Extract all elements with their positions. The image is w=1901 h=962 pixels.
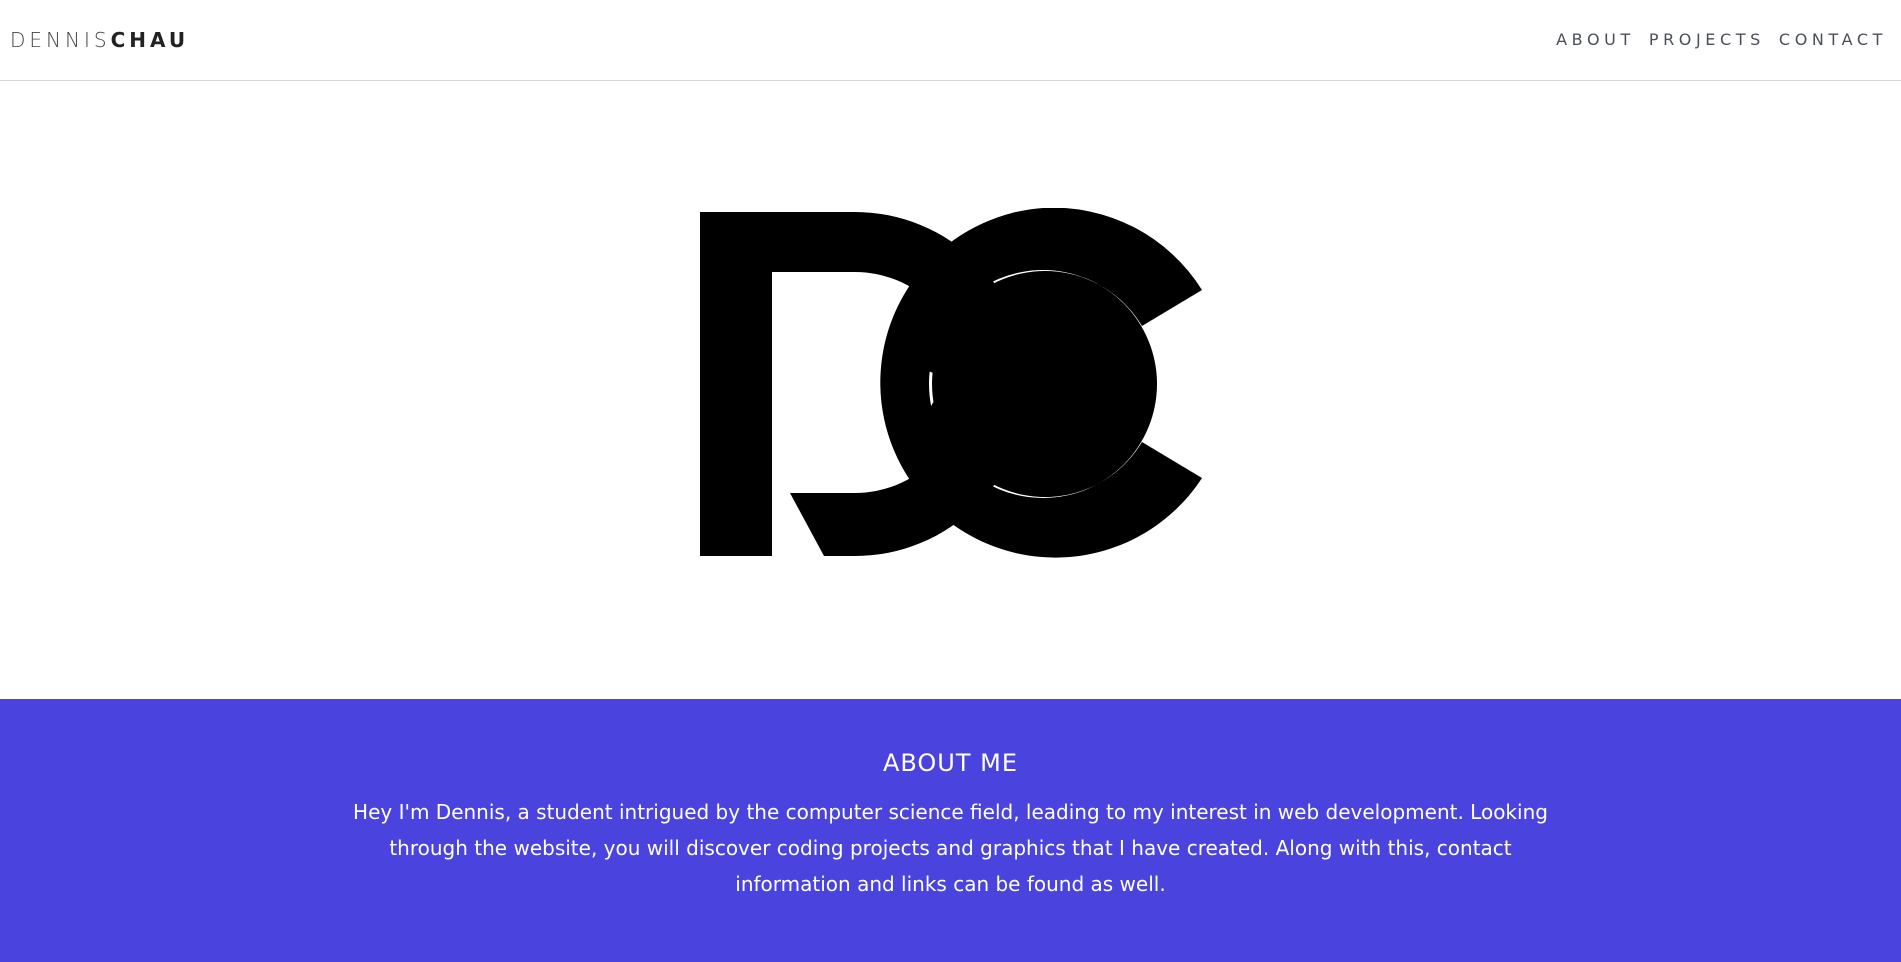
hero-section xyxy=(0,82,1901,699)
about-description: Hey I'm Dennis, a student intrigued by t… xyxy=(353,800,1548,896)
nav-menu: ABOUT PROJECTS CONTACT xyxy=(1556,30,1887,49)
brand-last-name: CHAU xyxy=(110,28,190,52)
nav-link-contact[interactable]: CONTACT xyxy=(1779,30,1887,49)
brand-first-name: DENNIS xyxy=(10,28,111,52)
navbar: DENNISCHAU ABOUT PROJECTS CONTACT xyxy=(0,0,1901,81)
nav-link-about[interactable]: ABOUT xyxy=(1556,30,1635,49)
about-title: ABOUT ME xyxy=(882,749,1019,777)
brand-logo-link[interactable]: DENNISCHAU xyxy=(10,28,189,52)
nav-link-projects[interactable]: PROJECTS xyxy=(1649,30,1765,49)
dc-monogram-logo-icon xyxy=(700,208,1202,558)
about-section: ABOUT ME Hey I'm Dennis, a student intri… xyxy=(0,699,1901,962)
